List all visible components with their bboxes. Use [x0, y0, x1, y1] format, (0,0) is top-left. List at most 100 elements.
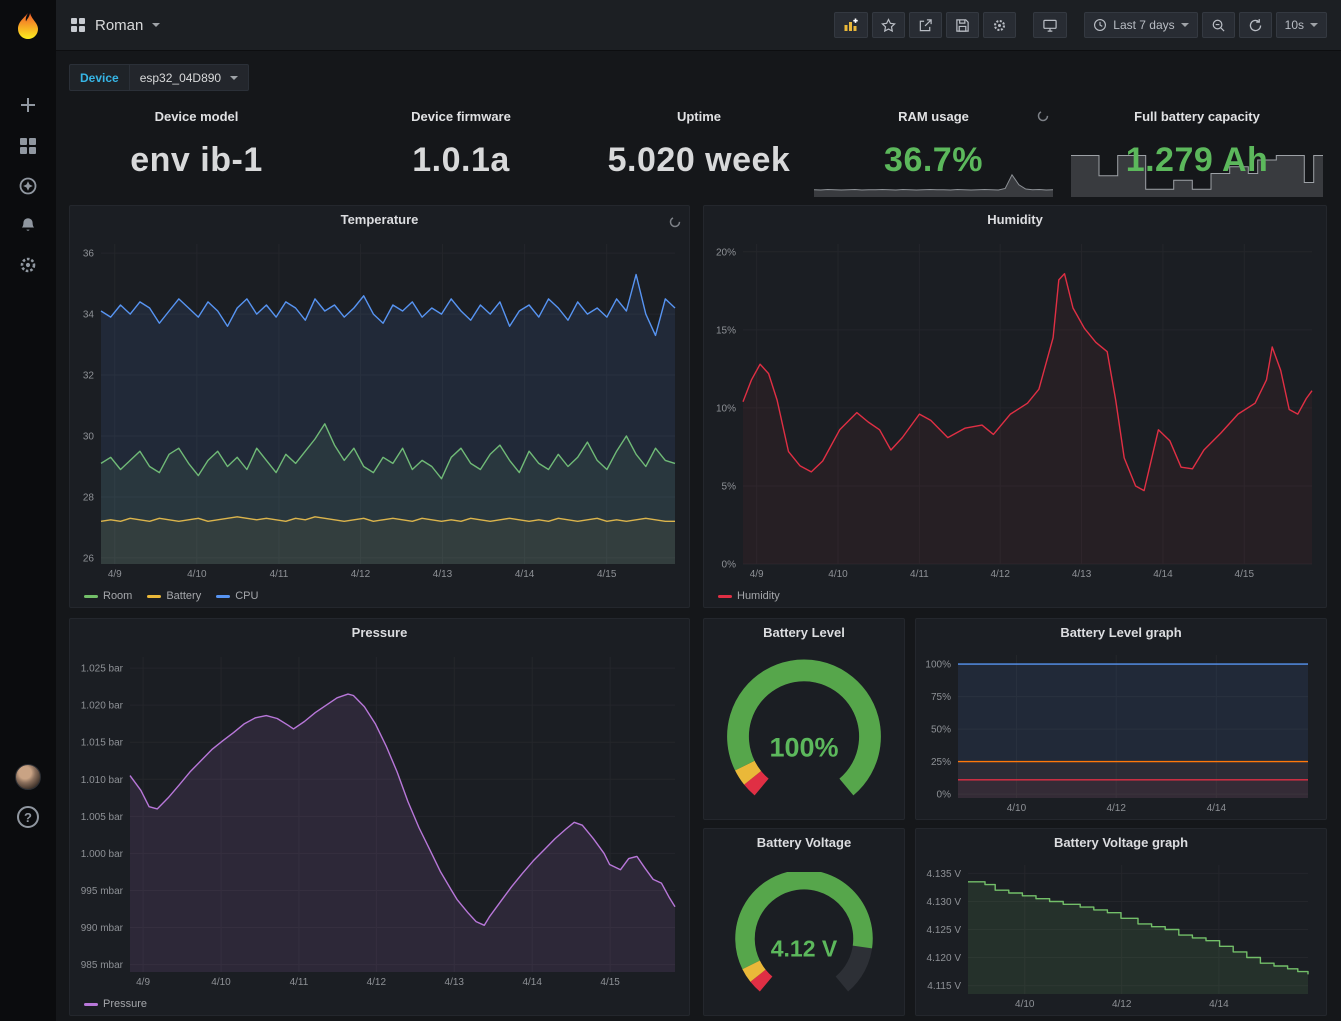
panel-title[interactable]: Battery Level graph — [916, 619, 1326, 647]
save-icon — [955, 18, 970, 33]
share-dashboard-button[interactable] — [909, 12, 942, 38]
navbar-actions: Last 7 days 10s — [834, 12, 1327, 38]
share-icon — [918, 18, 933, 33]
dashboard-picker[interactable]: Roman — [70, 17, 160, 34]
stat-title[interactable]: RAM usage — [810, 109, 1057, 124]
grafana-logo[interactable] — [0, 5, 56, 47]
svg-text:990 mbar: 990 mbar — [81, 923, 124, 934]
refresh-button[interactable] — [1239, 12, 1272, 38]
svg-text:4/14: 4/14 — [1207, 803, 1227, 814]
star-icon — [881, 18, 896, 33]
dashboard-settings-button[interactable] — [983, 12, 1016, 38]
stat-title[interactable]: Device model — [69, 109, 324, 124]
svg-text:1.000 bar: 1.000 bar — [81, 849, 124, 860]
refresh-interval-button[interactable]: 10s — [1276, 12, 1327, 38]
chevron-down-icon — [152, 23, 160, 27]
grafana-dashboard: ? Roman — [0, 0, 1341, 1021]
gear-icon — [18, 255, 38, 275]
dashboard-grid-icon — [70, 17, 86, 33]
legend: Room Battery CPU — [84, 590, 258, 602]
time-range-label: Last 7 days — [1113, 18, 1174, 32]
sidebar-item-explore[interactable] — [0, 167, 56, 205]
star-dashboard-button[interactable] — [872, 12, 905, 38]
panel-battery-level: Battery Level 100% — [703, 618, 905, 820]
stat-title[interactable]: Full battery capacity — [1067, 109, 1327, 124]
battery-voltage-chart[interactable]: 4.135 V4.130 V4.125 V4.120 V4.115 V4/104… — [920, 857, 1318, 1011]
stat-title[interactable]: Uptime — [598, 109, 800, 124]
legend-item-humidity[interactable]: Humidity — [718, 590, 780, 602]
legend-label: Pressure — [103, 998, 147, 1010]
svg-text:4/9: 4/9 — [750, 569, 764, 580]
panel-title[interactable]: Battery Voltage graph — [916, 829, 1326, 857]
refresh-icon — [1248, 18, 1263, 33]
help-icon: ? — [17, 806, 39, 828]
refresh-interval-label: 10s — [1285, 18, 1304, 32]
navbar: Roman — [56, 0, 1341, 50]
svg-text:4.135 V: 4.135 V — [927, 869, 962, 880]
svg-text:4/13: 4/13 — [433, 569, 453, 580]
svg-text:4/10: 4/10 — [187, 569, 207, 580]
zoom-out-time-button[interactable] — [1202, 12, 1235, 38]
template-variable-picker: Device esp32_04D890 — [69, 64, 249, 91]
save-dashboard-button[interactable] — [946, 12, 979, 38]
monitor-icon — [1042, 18, 1058, 33]
panel-title[interactable]: Battery Voltage — [704, 829, 904, 857]
dashboard-title: Roman — [95, 17, 143, 34]
svg-text:995 mbar: 995 mbar — [81, 886, 124, 897]
device-variable-dropdown[interactable]: esp32_04D890 — [129, 64, 249, 91]
svg-text:20%: 20% — [716, 247, 736, 258]
battery-voltage-gauge[interactable]: 4.12 V — [729, 872, 879, 998]
svg-text:1.020 bar: 1.020 bar — [81, 701, 124, 712]
stat-ram-usage: RAM usage 36.7% — [810, 100, 1057, 198]
legend: Humidity — [718, 590, 780, 602]
panel-title[interactable]: Battery Level — [704, 619, 904, 647]
svg-text:4/11: 4/11 — [910, 569, 929, 580]
svg-text:4.120 V: 4.120 V — [927, 953, 962, 964]
panel-title[interactable]: Temperature — [70, 206, 689, 234]
stat-value: 1.279 Ah — [1067, 141, 1327, 180]
tv-mode-button[interactable] — [1033, 12, 1067, 38]
humidity-chart[interactable]: 0%5%10%15%20%4/94/104/114/124/134/144/15 — [708, 236, 1322, 581]
svg-text:30: 30 — [83, 432, 95, 443]
sidebar-item-create[interactable] — [0, 86, 56, 124]
sidebar-item-dashboards[interactable] — [0, 127, 56, 165]
chevron-down-icon — [1310, 23, 1318, 27]
svg-text:985 mbar: 985 mbar — [81, 960, 124, 971]
svg-text:4/13: 4/13 — [1072, 569, 1092, 580]
sidebar-item-configuration[interactable] — [0, 246, 56, 284]
time-range-button[interactable]: Last 7 days — [1084, 12, 1197, 38]
battery-level-gauge[interactable]: 100% — [722, 658, 886, 806]
stat-uptime: Uptime 5.020 week — [598, 100, 800, 198]
legend-item-room[interactable]: Room — [84, 590, 132, 602]
panel-pressure: Pressure 1.025 bar1.020 bar1.015 bar1.01… — [69, 618, 690, 1016]
bell-icon — [18, 215, 38, 235]
battery-level-chart[interactable]: 0%25%50%75%100%4/104/124/14 — [920, 647, 1318, 815]
stat-value: 36.7% — [810, 141, 1057, 180]
svg-text:4/12: 4/12 — [367, 977, 387, 988]
temperature-chart[interactable]: 2628303234364/94/104/114/124/134/144/15 — [74, 236, 685, 581]
svg-text:4/12: 4/12 — [990, 569, 1010, 580]
panel-title[interactable]: Pressure — [70, 619, 689, 647]
stat-device-model: Device model env ib-1 — [69, 100, 324, 198]
svg-text:15%: 15% — [716, 325, 736, 336]
series-swatch — [216, 595, 230, 598]
stat-value: 1.0.1a — [334, 141, 588, 180]
explore-compass-icon — [18, 176, 38, 196]
legend-item-battery[interactable]: Battery — [147, 590, 201, 602]
svg-text:4/15: 4/15 — [600, 977, 620, 988]
pressure-chart[interactable]: 1.025 bar1.020 bar1.015 bar1.010 bar1.00… — [74, 649, 685, 989]
sidebar-item-help[interactable]: ? — [0, 798, 56, 836]
sidebar-item-alerting[interactable] — [0, 206, 56, 244]
stat-title[interactable]: Device firmware — [334, 109, 588, 124]
grafana-flame-icon — [13, 11, 43, 41]
svg-text:4/13: 4/13 — [445, 977, 465, 988]
dashboards-grid-icon — [19, 137, 37, 155]
svg-text:10%: 10% — [716, 403, 736, 414]
add-panel-button[interactable] — [834, 12, 868, 38]
gauge-wrap: 100% — [704, 649, 904, 815]
user-avatar[interactable] — [0, 758, 56, 796]
svg-text:4/15: 4/15 — [1235, 569, 1255, 580]
legend-item-cpu[interactable]: CPU — [216, 590, 258, 602]
panel-title[interactable]: Humidity — [704, 206, 1326, 234]
legend-item-pressure[interactable]: Pressure — [84, 998, 147, 1010]
